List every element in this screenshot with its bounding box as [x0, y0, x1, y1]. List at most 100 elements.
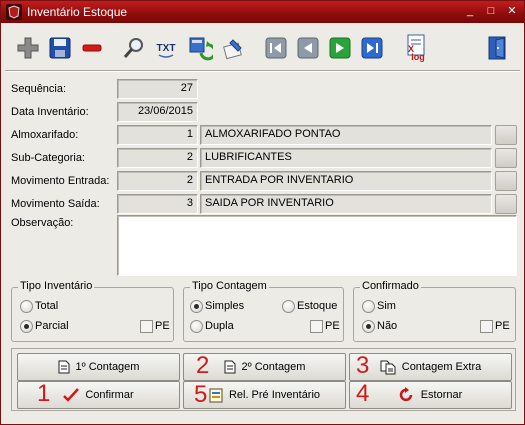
confirmado-group: Confirmado Sim Não PE	[353, 280, 516, 342]
toolbar: TXT log X	[5, 29, 520, 69]
contagem1-label: 1º Contagem	[75, 361, 140, 373]
mov-entrada-code-field[interactable]: 2	[117, 171, 198, 191]
inventory-window: Inventário Estoque _ □ ✕ TXT log X Sequê…	[0, 0, 525, 425]
annotation-5: 5	[194, 381, 208, 408]
simples-label: Simples	[205, 300, 245, 312]
title-bar: Inventário Estoque _ □ ✕	[1, 1, 524, 23]
document-icon	[224, 360, 236, 374]
mov-entrada-name-field: ENTRADA POR INVENTARIO	[200, 171, 492, 191]
search-button[interactable]	[119, 33, 149, 63]
confirmado-pe-label: PE	[495, 320, 510, 332]
data-inventario-label: Data Inventário:	[11, 106, 89, 118]
report-icon	[209, 388, 223, 402]
first-record-button[interactable]	[261, 33, 291, 63]
contagem-extra-button[interactable]: Contagem Extra	[349, 353, 512, 381]
estornar-button[interactable]: Estornar	[349, 381, 512, 409]
undo-icon	[399, 387, 412, 402]
total-radio[interactable]	[20, 300, 33, 313]
next-record-button[interactable]	[325, 33, 355, 63]
contagem2-label: 2º Contagem	[241, 361, 306, 373]
exit-icon	[488, 36, 506, 60]
txt-export-button[interactable]: TXT	[151, 33, 181, 63]
app-icon	[6, 4, 22, 20]
mov-entrada-lookup-button[interactable]	[495, 171, 517, 191]
documents-icon	[380, 360, 396, 374]
search-icon	[123, 38, 143, 58]
subcategoria-name-field: LUBRIFICANTES	[200, 148, 492, 168]
subcategoria-lookup-button[interactable]	[495, 148, 517, 168]
sim-radio[interactable]	[362, 300, 375, 313]
next-icon	[329, 37, 351, 59]
tipo-inventario-group: Tipo Inventário Total Parcial PE	[11, 280, 174, 342]
contagem-pe-checkbox[interactable]	[310, 320, 323, 333]
checkmark-icon	[63, 388, 80, 402]
almoxarifado-code-field[interactable]: 1	[117, 125, 198, 145]
subcategoria-code-field[interactable]: 2	[117, 148, 198, 168]
sim-label: Sim	[377, 300, 396, 312]
last-record-button[interactable]	[357, 33, 387, 63]
almoxarifado-lookup-button[interactable]	[495, 125, 517, 145]
contagem1-button[interactable]: 1º Contagem	[17, 353, 180, 381]
document-icon	[58, 360, 70, 374]
edit-icon	[223, 39, 242, 60]
confirmar-label: Confirmar	[85, 389, 134, 401]
refresh-button[interactable]	[185, 33, 215, 63]
confirmado-title: Confirmado	[360, 280, 421, 292]
exit-button[interactable]	[483, 33, 513, 63]
sequencia-field[interactable]: 27	[117, 79, 198, 99]
parcial-label: Parcial	[35, 320, 69, 332]
delete-button[interactable]	[77, 33, 107, 63]
simples-radio[interactable]	[190, 300, 203, 313]
tipo-contagem-title: Tipo Contagem	[190, 280, 269, 292]
minimize-button[interactable]: _	[462, 4, 478, 19]
refresh-icon	[189, 37, 213, 61]
data-inventario-field[interactable]: 23/06/2015	[117, 102, 198, 122]
contagem-extra-label: Contagem Extra	[401, 361, 482, 373]
annotation-1: 1	[37, 380, 51, 407]
observacao-label: Observação:	[11, 217, 74, 229]
mov-saida-lookup-button[interactable]	[495, 194, 517, 214]
nao-label: Não	[377, 320, 398, 332]
dupla-label: Dupla	[205, 320, 234, 332]
edit-button[interactable]	[219, 33, 249, 63]
almoxarifado-name-field: ALMOXARIFADO PONTAO	[200, 125, 492, 145]
txt-export-icon: TXT	[157, 43, 176, 58]
toolbar-separator	[5, 70, 520, 72]
estoque-radio[interactable]	[282, 300, 295, 313]
rel-pre-inventario-button[interactable]: Rel. Pré Inventário	[183, 381, 346, 409]
subcategoria-label: Sub-Categoria:	[11, 152, 85, 164]
inventario-pe-checkbox[interactable]	[140, 320, 153, 333]
save-button[interactable]	[45, 33, 75, 63]
last-icon	[361, 37, 383, 59]
tipo-inventario-title: Tipo Inventário	[18, 280, 95, 292]
maximize-button[interactable]: □	[483, 4, 499, 19]
dupla-radio[interactable]	[190, 320, 203, 333]
nao-radio[interactable]	[362, 320, 375, 333]
close-button[interactable]: ✕	[504, 4, 520, 19]
annotation-3: 3	[356, 352, 370, 379]
estoque-label: Estoque	[297, 300, 338, 312]
total-label: Total	[35, 300, 59, 312]
sequencia-label: Sequência:	[11, 83, 67, 95]
observacao-textarea[interactable]	[117, 215, 517, 276]
mov-saida-label: Movimento Saída:	[11, 198, 100, 210]
mov-entrada-label: Movimento Entrada:	[11, 175, 110, 187]
log-icon: log X	[407, 34, 425, 62]
confirmado-pe-checkbox[interactable]	[480, 320, 493, 333]
annotation-4: 4	[356, 380, 370, 407]
tipo-contagem-group: Tipo Contagem Simples Estoque Dupla PE	[183, 280, 344, 342]
mov-saida-code-field[interactable]: 3	[117, 194, 198, 214]
log-button[interactable]: log X	[401, 33, 431, 63]
previous-icon	[297, 37, 319, 59]
estornar-label: Estornar	[420, 389, 463, 401]
contagem-pe-label: PE	[325, 320, 340, 332]
annotation-2: 2	[196, 352, 210, 379]
parcial-radio[interactable]	[20, 320, 33, 333]
almoxarifado-label: Almoxarifado:	[11, 129, 79, 141]
svg-text:TXT: TXT	[157, 43, 176, 54]
save-icon	[49, 37, 71, 59]
previous-record-button[interactable]	[293, 33, 323, 63]
first-icon	[265, 37, 287, 59]
rel-pre-inventario-label: Rel. Pré Inventário	[228, 389, 321, 401]
add-button[interactable]	[13, 33, 43, 63]
